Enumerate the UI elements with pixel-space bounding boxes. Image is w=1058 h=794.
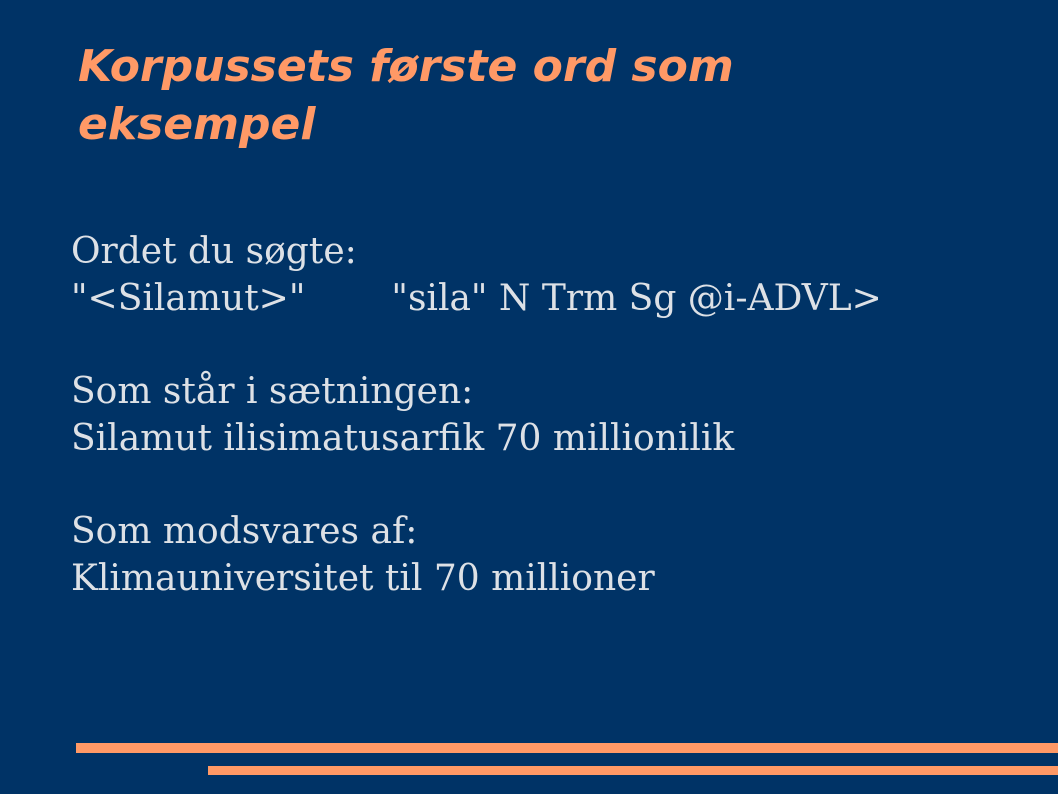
decorative-rule-bottom xyxy=(208,766,1058,775)
slide-body: Ordet du søgte: "<Silamut>" "sila" N Trm … xyxy=(71,228,1031,602)
word-analysis: "sila" N Trm Sg @i-ADVL> xyxy=(391,278,882,319)
slide-title: Korpussets første ord som eksempel xyxy=(78,41,734,150)
searched-word-line: "<Silamut>" "sila" N Trm Sg @i-ADVL> xyxy=(71,275,1031,322)
translation-text: Klimauniversitet til 70 millioner xyxy=(71,558,655,599)
word-form: "<Silamut>" xyxy=(71,278,306,319)
slide: Korpussets første ord som eksempel Ordet… xyxy=(0,0,1058,794)
decorative-rule-top xyxy=(76,743,1058,753)
searched-word-label: Ordet du søgte: xyxy=(71,231,357,272)
translation-label: Som modsvares af: xyxy=(71,511,418,552)
sentence-label: Som står i sætningen: xyxy=(71,371,474,412)
sentence-text: Silamut ilisimatusarfik 70 millionilik xyxy=(71,418,735,459)
